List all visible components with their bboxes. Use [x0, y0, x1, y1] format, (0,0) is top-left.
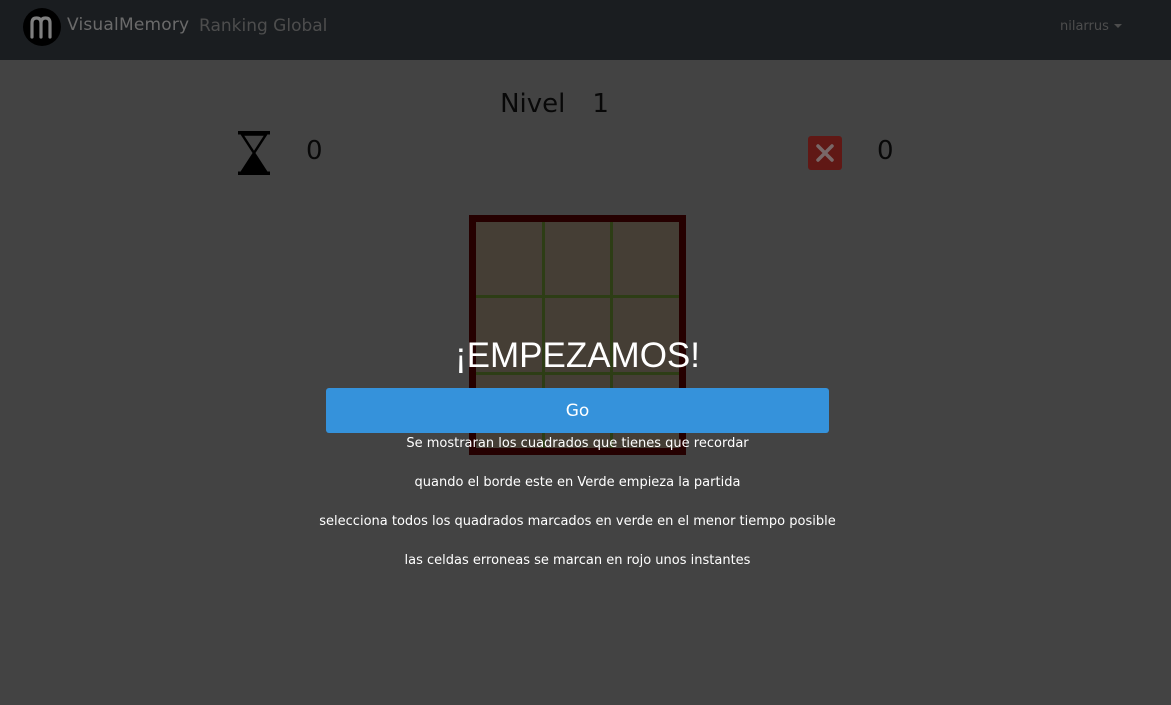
go-button[interactable]: Go	[326, 388, 829, 433]
instruction-line: Se mostraran los cuadrados que tienes qu…	[406, 436, 749, 451]
instruction-line: las celdas erroneas se marcan en rojo un…	[404, 553, 751, 568]
start-headline: ¡EMPEZAMOS!	[454, 336, 701, 375]
instruction-line: selecciona todos los quadrados marcados …	[319, 514, 836, 529]
instruction-line: quando el borde este en Verde empieza la…	[414, 475, 741, 490]
start-overlay: ¡EMPEZAMOS! Go Se mostraran los cuadrado…	[0, 0, 1171, 705]
